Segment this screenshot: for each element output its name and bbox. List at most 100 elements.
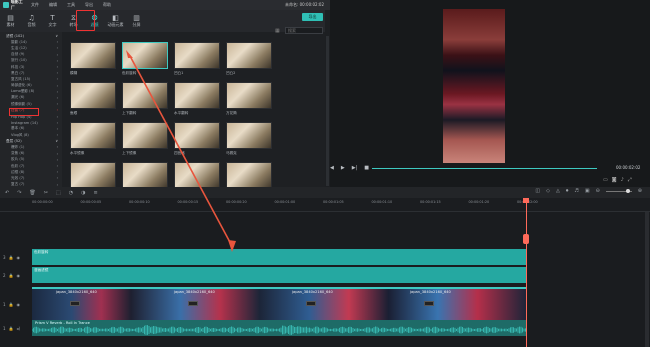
next-frame-icon[interactable]: ▶| [352,165,358,171]
chevron-right-icon: › [56,145,58,150]
crop-icon[interactable]: ⬚ [56,190,61,196]
highlight-box-filter-tab [76,10,95,31]
speaker-icon[interactable]: ◂) [17,326,21,331]
stop-icon[interactable]: ■ [364,165,369,171]
grid-view-icon[interactable]: ▦ [275,28,280,34]
filter-thumbnail[interactable] [226,122,272,149]
timeline-scrollbar[interactable] [645,212,649,347]
audio-mixer-icon[interactable]: ≡ [93,190,97,196]
chevron-down-icon: ∨ [55,34,58,39]
speed-icon[interactable]: ◔ [69,190,73,196]
music-icon: ♫ [28,14,35,22]
sidebar-item-label: 色彩 (7) [11,163,25,168]
lock-icon[interactable]: 🔒 [9,302,14,307]
menu-tools[interactable]: 工具 [67,2,75,8]
redo-icon[interactable]: ↷ [17,190,21,196]
marker-icon[interactable]: ◬ [556,188,560,194]
shield-icon[interactable]: ◇ [546,188,550,194]
gallery-scrollbar[interactable] [326,36,329,186]
monitor-icon[interactable]: ▭ [603,177,608,183]
volume-icon[interactable]: ♪ [621,177,624,183]
playhead-handle[interactable] [523,234,529,244]
playhead[interactable] [526,198,527,347]
prev-frame-icon[interactable]: ◀ [330,165,334,171]
filter-thumbnail[interactable] [122,162,168,189]
zoom-handle[interactable] [625,188,630,193]
mic-icon[interactable]: ⏺ [566,188,569,194]
video-clip[interactable]: japan_3840x2160_640 japan_3840x2160_640 ja… [32,287,527,323]
preview-scrubber[interactable] [372,168,597,169]
play-icon[interactable]: ▶ [341,165,345,171]
transition-marker[interactable] [188,301,198,306]
zoom-in-icon[interactable]: ⊕ [638,188,642,194]
eye-icon[interactable]: ◉ [17,273,21,278]
tab-text[interactable]: T 文字 [42,10,63,32]
fullscreen-icon[interactable]: ⤢ [628,177,632,183]
camera-icon[interactable]: ◙ [612,177,617,183]
tab-audio[interactable]: ♫ 音频 [21,10,42,32]
chevron-right-icon: › [56,65,58,70]
zoom-slider[interactable] [605,188,632,193]
filter-thumbnail[interactable] [70,82,116,109]
filter-clip-track2[interactable]: 漫画滤镜 [32,267,527,283]
sidebar-item-label: 光效 (7) [11,175,25,180]
filter-thumbnail[interactable] [174,122,220,149]
sidebar-item-label: 科技 (3) [11,64,25,69]
filter-thumbnail[interactable] [122,82,168,109]
menu-export[interactable]: 导出 [85,2,93,8]
cut-icon[interactable]: ✂ [44,190,48,196]
preview-video [443,9,505,163]
export-button[interactable]: 导出 [302,13,323,21]
filter-thumbnail[interactable] [70,122,116,149]
tab-elements[interactable]: ◧ 动画元素 [105,10,126,32]
ruler-tick-label: 00:00:00:00 [32,200,53,204]
zoom-out-icon[interactable]: ⊖ [596,188,600,194]
menu-edit[interactable]: 编辑 [49,2,57,8]
tab-media[interactable]: ▤ 素材 [0,10,21,32]
lock-icon[interactable]: 🔒 [9,255,14,260]
chevron-right-icon: › [56,133,58,138]
snapshot-icon[interactable]: ▣ [585,188,590,194]
filter-thumbnail[interactable] [122,42,168,69]
transition-marker[interactable] [70,301,80,306]
lock-icon[interactable]: 🔒 [9,273,14,278]
eye-icon[interactable]: ◉ [17,255,21,260]
timeline-ruler[interactable]: 00:00:00:00 00:00:00:05 00:00:00:10 00:00:0… [0,198,650,212]
transition-marker[interactable] [424,301,434,306]
filter-thumbnail[interactable] [226,162,272,189]
menu-file[interactable]: 文件 [31,2,39,8]
filter-thumbnail[interactable] [70,162,116,189]
render-icon[interactable]: ◫ [535,188,540,194]
search-input[interactable]: 搜索 [285,27,323,34]
filter-thumbnail[interactable] [174,42,220,69]
filter-thumbnail[interactable] [70,42,116,69]
video-clip-label: japan_3840x2160_640 [56,290,97,294]
undo-icon[interactable]: ↶ [5,190,9,196]
chevron-right-icon: › [56,120,58,125]
playhead-top[interactable] [523,198,529,203]
color-icon[interactable]: ◑ [81,190,85,196]
chevron-right-icon: › [56,114,58,119]
filter-label: 万花筒 [226,111,237,115]
ruler-tick-label: 00:00:01:20 [468,200,490,204]
eye-icon[interactable]: ◉ [17,302,21,307]
menu-help[interactable]: 帮助 [103,2,111,8]
filter-thumbnail[interactable] [174,162,220,189]
tab-split[interactable]: ▥ 分屏 [126,10,147,32]
sidebar-item-label: 复古风 (15) [11,76,31,81]
lock-icon[interactable]: 🔒 [9,326,14,331]
ruler-tick-label: 00:00:00:20 [226,200,247,204]
chevron-right-icon: › [56,164,58,169]
filter-thumbnail[interactable] [226,82,272,109]
filter-thumbnail[interactable] [226,42,272,69]
filter-clip-track3[interactable]: 色彩旋转 [32,249,527,265]
chevron-right-icon: › [56,108,58,113]
filter-thumbnail[interactable] [122,122,168,149]
audio-icon[interactable]: ♬ [574,188,578,194]
sidebar-item-label: 黑白 (7) [11,70,25,75]
filter-label: 上下镜像 [122,151,137,155]
transition-marker[interactable] [306,301,316,306]
filter-thumbnail[interactable] [174,82,220,109]
delete-icon[interactable]: 🗑 [29,190,35,196]
chevron-right-icon: › [56,151,58,156]
